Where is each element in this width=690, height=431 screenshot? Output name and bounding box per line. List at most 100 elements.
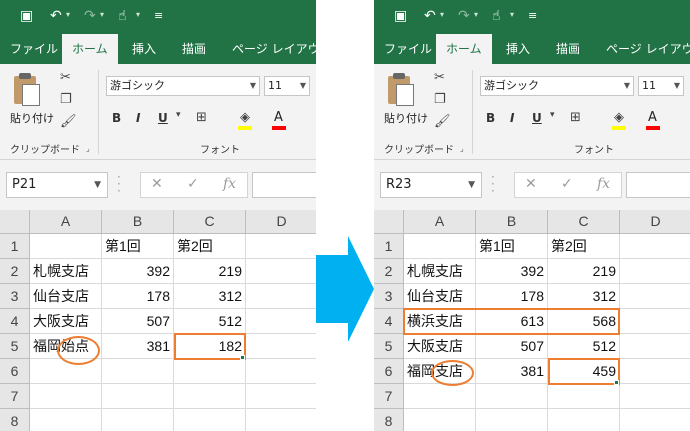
cell[interactable] xyxy=(246,259,316,284)
font-color-icon[interactable]: A xyxy=(274,110,283,125)
customize-toolbar-icon[interactable]: ≡ xyxy=(154,7,163,25)
row-header[interactable]: 5 xyxy=(0,334,30,359)
cell[interactable] xyxy=(246,234,316,259)
cut-icon[interactable]: ✂ xyxy=(434,70,445,85)
save-icon[interactable]: ▣ xyxy=(394,7,407,25)
cell[interactable]: 219 xyxy=(174,259,246,284)
cell[interactable] xyxy=(548,384,620,409)
fill-handle[interactable] xyxy=(614,380,619,385)
tab-home[interactable]: ホーム xyxy=(62,34,118,64)
drag-handle-icon[interactable]: · · · xyxy=(117,171,121,197)
row-header[interactable]: 1 xyxy=(0,234,30,259)
underline-button[interactable]: U xyxy=(158,111,168,125)
cell[interactable] xyxy=(476,384,548,409)
cell[interactable]: 219 xyxy=(548,259,620,284)
cell[interactable]: 178 xyxy=(476,284,548,309)
format-painter-icon[interactable]: 🖌 xyxy=(60,114,77,129)
paste-button[interactable]: 貼り付け xyxy=(10,110,54,126)
font-name-select[interactable]: 游ゴシック ▼ xyxy=(106,76,260,96)
cell[interactable] xyxy=(174,409,246,431)
cell[interactable] xyxy=(404,409,476,431)
cell[interactable]: 札幌支店 xyxy=(30,259,102,284)
cell[interactable] xyxy=(620,309,690,334)
select-all-button[interactable] xyxy=(0,210,30,234)
cell[interactable] xyxy=(476,409,548,431)
undo-icon[interactable]: ↶ xyxy=(50,7,62,25)
italic-button[interactable]: I xyxy=(510,111,514,125)
paste-icon[interactable] xyxy=(384,72,418,108)
cell[interactable] xyxy=(620,234,690,259)
cell[interactable]: 381 xyxy=(102,334,174,359)
select-all-button[interactable] xyxy=(374,210,404,234)
paste-icon[interactable] xyxy=(10,72,44,108)
tab-home[interactable]: ホーム xyxy=(436,34,492,64)
cell[interactable] xyxy=(620,284,690,309)
cut-icon[interactable]: ✂ xyxy=(60,70,71,85)
tab-page-layout[interactable]: ページ レイアウト xyxy=(232,34,316,64)
cell[interactable] xyxy=(246,359,316,384)
cell[interactable] xyxy=(30,384,102,409)
fill-color-icon[interactable]: ◈ xyxy=(240,110,250,125)
row-header[interactable]: 5 xyxy=(374,334,404,359)
borders-icon[interactable]: ⊞ xyxy=(570,110,581,125)
fill-handle[interactable] xyxy=(240,355,245,360)
cell[interactable]: 312 xyxy=(548,284,620,309)
redo-dropdown-icon[interactable]: ▾ xyxy=(474,10,478,19)
cell[interactable]: 507 xyxy=(476,334,548,359)
cell[interactable] xyxy=(174,359,246,384)
row-header[interactable]: 6 xyxy=(374,359,404,384)
row-header[interactable]: 3 xyxy=(374,284,404,309)
column-header[interactable]: D xyxy=(246,210,316,234)
cell[interactable]: 392 xyxy=(476,259,548,284)
row-header[interactable]: 3 xyxy=(0,284,30,309)
cell[interactable]: 第1回 xyxy=(476,234,548,259)
cell[interactable]: 横浜支店 xyxy=(404,309,476,334)
cell[interactable]: 459 xyxy=(548,359,620,384)
undo-icon[interactable]: ↶ xyxy=(424,7,436,25)
drag-handle-icon[interactable]: · · · xyxy=(491,171,495,197)
copy-icon[interactable]: ❐ xyxy=(434,92,446,107)
touch-mode-icon[interactable]: ☝ xyxy=(118,7,127,25)
copy-icon[interactable]: ❐ xyxy=(60,92,72,107)
row-header[interactable]: 4 xyxy=(374,309,404,334)
tab-insert[interactable]: 挿入 xyxy=(506,34,530,64)
row-header[interactable]: 8 xyxy=(0,409,30,431)
cell[interactable] xyxy=(174,384,246,409)
touch-mode-icon[interactable]: ☝ xyxy=(492,7,501,25)
underline-dropdown-icon[interactable]: ▾ xyxy=(550,110,555,120)
cell[interactable] xyxy=(404,384,476,409)
cell[interactable] xyxy=(102,359,174,384)
cell[interactable]: 札幌支店 xyxy=(404,259,476,284)
cell[interactable] xyxy=(620,334,690,359)
tab-file[interactable]: ファイル xyxy=(384,34,432,64)
cell[interactable]: 182 xyxy=(174,334,246,359)
cancel-icon[interactable]: ✕ xyxy=(151,176,163,192)
column-header[interactable]: C xyxy=(548,210,620,234)
row-header[interactable]: 1 xyxy=(374,234,404,259)
name-box[interactable]: R23 ▼ xyxy=(380,172,482,198)
cell[interactable] xyxy=(548,409,620,431)
undo-dropdown-icon[interactable]: ▾ xyxy=(440,10,444,19)
cell[interactable] xyxy=(620,384,690,409)
cell[interactable]: 178 xyxy=(102,284,174,309)
cell[interactable]: 512 xyxy=(548,334,620,359)
row-header[interactable]: 6 xyxy=(0,359,30,384)
cell[interactable]: 仙台支店 xyxy=(404,284,476,309)
cell[interactable] xyxy=(246,309,316,334)
cancel-icon[interactable]: ✕ xyxy=(525,176,537,192)
cell[interactable]: 仙台支店 xyxy=(30,284,102,309)
cell[interactable]: 福岡支店 xyxy=(404,359,476,384)
touch-dropdown-icon[interactable]: ▾ xyxy=(136,10,140,19)
enter-icon[interactable]: ✓ xyxy=(187,176,199,192)
insert-function-icon[interactable]: fx xyxy=(597,176,610,192)
cell[interactable]: 第2回 xyxy=(548,234,620,259)
borders-icon[interactable]: ⊞ xyxy=(196,110,207,125)
cell[interactable]: 568 xyxy=(548,309,620,334)
fill-color-icon[interactable]: ◈ xyxy=(614,110,624,125)
font-name-select[interactable]: 游ゴシック ▼ xyxy=(480,76,634,96)
row-header[interactable]: 8 xyxy=(374,409,404,431)
clipboard-launcher-icon[interactable]: ⌟ xyxy=(86,144,90,153)
cell[interactable] xyxy=(30,409,102,431)
tab-file[interactable]: ファイル xyxy=(10,34,58,64)
column-header[interactable]: D xyxy=(620,210,690,234)
